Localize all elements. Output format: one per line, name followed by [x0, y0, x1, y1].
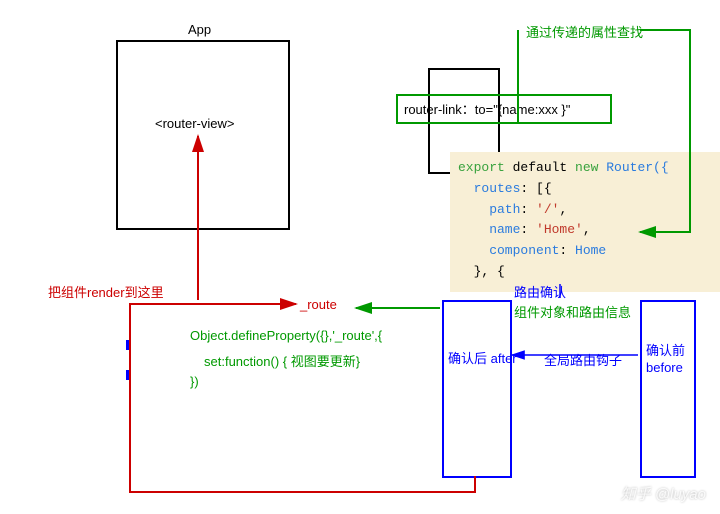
route-label: _route: [300, 297, 337, 312]
define-prop-2: set:function() { 视图要更新}: [204, 351, 360, 370]
lookup-by-prop: 通过传递的属性查找: [526, 22, 643, 41]
comp-route-info: 组件对象和路由信息: [514, 302, 631, 321]
define-prop-3: }): [190, 374, 199, 389]
app-title: App: [188, 22, 211, 37]
after-box: [442, 300, 512, 478]
render-here: 把组件render到这里: [48, 282, 164, 301]
tick-2: [126, 370, 130, 380]
tick-1: [126, 340, 130, 350]
global-hook: 全局路由钩子: [544, 350, 622, 369]
router-view-text: <router-view>: [155, 116, 234, 131]
code-block: export default new Router({ routes: [{ p…: [450, 152, 720, 292]
route-confirm: 路由确认: [514, 282, 566, 301]
define-prop-1: Object.defineProperty({},'_route',{: [190, 328, 382, 343]
watermark: 知乎 @luyao: [621, 483, 706, 504]
app-box: [116, 40, 290, 230]
router-link-text: router-link：to="{name:xxx }": [404, 99, 570, 118]
before-box: [640, 300, 696, 478]
